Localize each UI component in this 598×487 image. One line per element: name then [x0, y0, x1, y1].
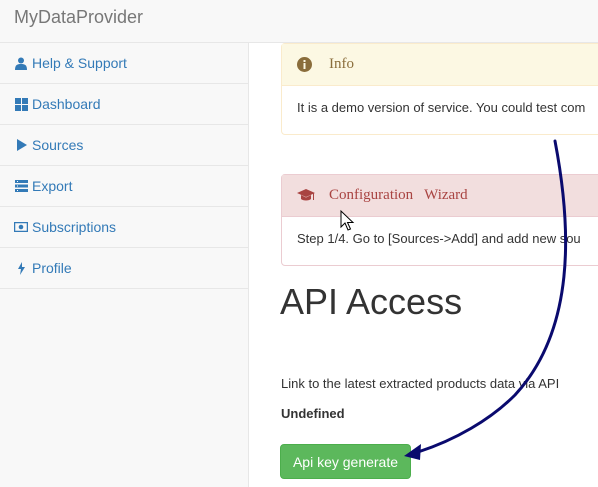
- sidebar-item-label: Profile: [32, 260, 72, 276]
- wizard-panel-title: Configuration Wizard: [329, 187, 468, 203]
- wizard-panel: Configuration Wizard Step 1/4. Go to [So…: [281, 174, 598, 266]
- sidebar-item-help-support[interactable]: Help & Support: [0, 43, 248, 84]
- sidebar-item-profile[interactable]: Profile: [0, 248, 248, 289]
- sidebar-item-label: Dashboard: [32, 96, 101, 112]
- money-icon: [14, 220, 28, 234]
- play-icon: [14, 138, 28, 152]
- sidebar-item-export[interactable]: Export: [0, 166, 248, 207]
- list-icon: [14, 179, 28, 193]
- dashboard-icon: [14, 97, 28, 111]
- graduation-cap-icon: [297, 188, 315, 203]
- top-navbar: MyDataProvider: [0, 0, 598, 43]
- api-link-value: Undefined: [281, 406, 345, 421]
- sidebar-item-label: Subscriptions: [32, 219, 117, 235]
- info-panel-title: Info: [329, 56, 354, 72]
- main-content: Info It is a demo version of service. Yo…: [249, 43, 598, 487]
- info-panel-body: It is a demo version of service. You cou…: [297, 100, 586, 115]
- api-link-description: Link to the latest extracted products da…: [281, 376, 560, 391]
- sidebar: Help & Support Dashboard Sources Export …: [0, 43, 249, 487]
- brand-logo[interactable]: MyDataProvider: [14, 7, 143, 28]
- info-icon: [297, 57, 315, 72]
- api-key-generate-button[interactable]: Api key generate: [280, 444, 411, 479]
- sidebar-item-subscriptions[interactable]: Subscriptions: [0, 207, 248, 248]
- info-panel-heading: Info: [282, 44, 598, 86]
- wizard-panel-body: Step 1/4. Go to [Sources->Add] and add n…: [297, 231, 581, 246]
- wizard-panel-heading: Configuration Wizard: [282, 175, 598, 217]
- sidebar-item-sources[interactable]: Sources: [0, 125, 248, 166]
- sidebar-item-label: Help & Support: [32, 55, 127, 71]
- bolt-icon: [14, 261, 28, 275]
- sidebar-item-dashboard[interactable]: Dashboard: [0, 84, 248, 125]
- user-icon: [14, 56, 28, 70]
- page-title: API Access: [280, 281, 463, 322]
- sidebar-item-label: Sources: [32, 137, 84, 153]
- sidebar-item-label: Export: [32, 178, 73, 194]
- info-panel: Info It is a demo version of service. Yo…: [281, 43, 598, 135]
